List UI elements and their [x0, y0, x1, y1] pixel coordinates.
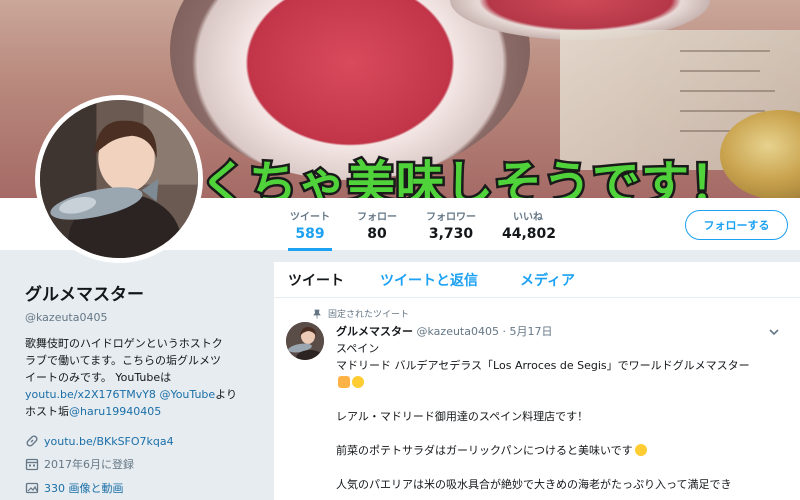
- tweet-author-name[interactable]: グルメマスター: [336, 325, 413, 338]
- bio-text-host: ホスト垢: [25, 405, 69, 418]
- image-icon: [25, 481, 39, 495]
- profile-card: グルメマスター @kazeuta0405 歌舞伎町のハイドロゲンというホストク …: [25, 280, 260, 496]
- profile-name: グルメマスター: [25, 285, 144, 305]
- tweet-text: スペイン マドリード バルデアセデラス「Los Arroces de Segis…: [336, 340, 786, 493]
- stat-likes-value: 44,802: [502, 226, 557, 242]
- stat-tweets-label: ツイート: [290, 212, 330, 223]
- bio-youtube-link[interactable]: youtu.be/x2X176TMvY8: [25, 388, 156, 401]
- tweet-avatar[interactable]: [286, 322, 324, 360]
- bio-youtube-mention[interactable]: @YouTube: [159, 388, 215, 401]
- stat-following-value: 80: [367, 226, 387, 242]
- pin-icon: [313, 309, 321, 318]
- stat-followers[interactable]: フォロワー 3,730: [422, 208, 480, 242]
- smile-emoji: [352, 376, 364, 388]
- joined-date: 2017年6月に登録: [44, 458, 134, 471]
- tweet-line-1: スペイン: [336, 342, 380, 355]
- pinned-indicator: 固定されたツイート: [312, 307, 409, 320]
- timeline-tabs: ツイート ツイートと返信 メディア: [274, 262, 800, 298]
- tweet-header: グルメマスター @kazeuta0405 · 5月17日: [336, 323, 552, 339]
- stat-followers-label: フォロワー: [426, 212, 476, 223]
- profile-media[interactable]: 330 画像と動画: [25, 480, 260, 496]
- pinned-label: 固定されたツイート: [328, 310, 410, 320]
- follow-button[interactable]: フォローする: [685, 210, 788, 240]
- bio-line-3: イートのみです。 YouTubeは: [25, 371, 172, 384]
- stat-following-label: フォロー: [357, 212, 397, 223]
- profile-handle: @kazeuta0405: [25, 311, 108, 324]
- raised-hand-emoji: [338, 376, 350, 388]
- website-link[interactable]: youtu.be/BKkSFO7kqa4: [44, 435, 174, 448]
- profile-joined: 2017年6月に登録: [25, 456, 260, 472]
- tab-tweets[interactable]: ツイート: [288, 270, 344, 290]
- tab-media[interactable]: メディア: [520, 270, 575, 290]
- calendar-icon: [25, 457, 39, 471]
- yum-emoji: [634, 444, 647, 456]
- stat-tweets[interactable]: ツイート 589: [288, 208, 332, 251]
- tweet-author-handle[interactable]: @kazeuta0405: [417, 325, 499, 338]
- tweet-line-2: マドリード バルデアセデラス「Los Arroces de Segis」でワール…: [336, 359, 750, 372]
- stat-followers-value: 3,730: [428, 226, 474, 242]
- timeline: ツイート ツイートと返信 メディア 固定されたツイート グルメマスター @kaz…: [274, 262, 800, 500]
- tweet-line-4: 前菜のポテトサラダはガーリックパンにつけると美味いです: [336, 444, 633, 457]
- bio-line-2: ラブで働いてます。こちらの垢グルメツ: [25, 354, 222, 367]
- bio-line-1: 歌舞伎町のハイドロゲンというホストク: [25, 337, 223, 350]
- tweet-line-5: 人気のパエリアは米の吸水具合が絶妙で大きめの海老がたっぷり入って満足でき: [336, 478, 732, 491]
- profile-bio: 歌舞伎町のハイドロゲンというホストク ラブで働いてます。こちらの垢グルメツ イー…: [25, 335, 260, 420]
- media-link[interactable]: 330 画像と動画: [44, 480, 124, 496]
- stat-following[interactable]: フォロー 80: [354, 208, 400, 242]
- link-icon: [25, 434, 39, 448]
- stat-tweets-value: 589: [295, 226, 325, 242]
- tab-tweets-replies[interactable]: ツイートと返信: [380, 270, 478, 290]
- stat-likes-label: いいね: [513, 212, 543, 223]
- bio-text-yori: より: [215, 388, 237, 401]
- stat-likes[interactable]: いいね 44,802: [502, 208, 557, 242]
- profile-website[interactable]: youtu.be/BKkSFO7kqa4: [25, 434, 260, 448]
- bio-host-mention[interactable]: @haru19940405: [69, 405, 161, 418]
- banner-caption: くちゃ美味しそうです！: [197, 154, 740, 199]
- tweet-date[interactable]: · 5月17日: [502, 325, 552, 338]
- chevron-down-icon[interactable]: [768, 326, 780, 338]
- avatar-photo: [40, 100, 198, 258]
- tweet-line-3: レアル・マドリード御用達のスペイン料理店です！: [336, 410, 589, 423]
- avatar[interactable]: [35, 95, 203, 263]
